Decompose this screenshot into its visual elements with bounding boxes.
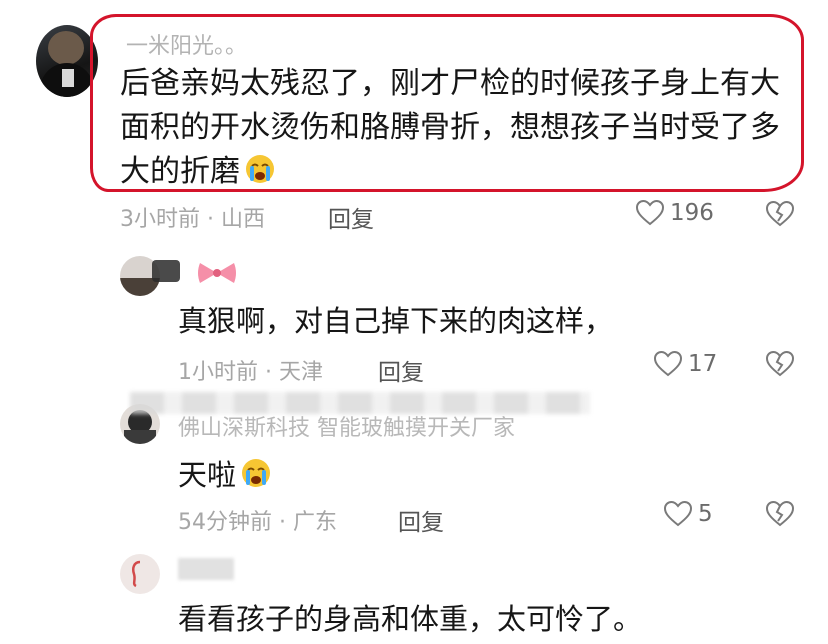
dislike-button[interactable] xyxy=(765,350,795,381)
reply-item: 佛山深斯科技 智能玻触摸开关厂家 天啦 54分钟前 · 广东 回复 5 xyxy=(0,388,828,538)
username[interactable]: 佛山深斯科技 智能玻触摸开关厂家 xyxy=(178,410,515,442)
heart-icon xyxy=(654,351,682,377)
comment-meta: 1小时前 · 天津 xyxy=(178,360,323,385)
crying-emoji-icon xyxy=(246,155,274,183)
broken-heart-icon xyxy=(765,200,795,227)
avatar[interactable] xyxy=(120,554,160,594)
reply-button[interactable]: 回复 xyxy=(398,503,444,537)
username-redacted xyxy=(178,558,234,580)
comment-text: 天啦 xyxy=(178,452,272,494)
like-count: 5 xyxy=(698,501,713,527)
like-button[interactable]: 5 xyxy=(664,501,713,527)
like-button[interactable]: 196 xyxy=(636,200,714,226)
comment-text: 后爸亲妈太残忍了，刚才尸检的时候孩子身上有大 面积的开水烫伤和胳膊骨折，想想孩子… xyxy=(120,62,780,194)
comment-line: 面积的开水烫伤和胳膊骨折，想想孩子当时受了多 xyxy=(120,110,780,145)
bow-icon xyxy=(196,260,238,290)
comment-item: 一米阳光。。 后爸亲妈太残忍了，刚才尸检的时候孩子身上有大 面积的开水烫伤和胳膊… xyxy=(0,0,828,235)
reply-item: 看看孩子的身高和体重，太可怜了。 xyxy=(0,540,828,644)
like-count: 17 xyxy=(688,351,718,377)
like-count: 196 xyxy=(670,200,714,226)
reply-item: 真狠啊，对自己掉下来的肉这样， 1小时前 · 天津 回复 17 xyxy=(0,236,828,386)
comment-meta: 54分钟前 · 广东 xyxy=(178,510,337,535)
comment-text: 真狠啊，对自己掉下来的肉这样， xyxy=(178,304,614,338)
comment-line: 大的折磨 xyxy=(120,150,780,194)
username-redacted xyxy=(152,260,180,282)
broken-heart-icon xyxy=(765,500,795,527)
like-button[interactable]: 17 xyxy=(654,351,717,377)
reply-button[interactable]: 回复 xyxy=(378,353,424,387)
heart-icon xyxy=(636,200,664,226)
broken-heart-icon xyxy=(765,350,795,377)
heart-icon xyxy=(664,501,692,527)
dislike-button[interactable] xyxy=(765,500,795,531)
dislike-button[interactable] xyxy=(765,200,795,231)
comment-text: 看看孩子的身高和体重，太可怜了。 xyxy=(178,602,643,636)
crying-emoji-icon xyxy=(242,459,271,487)
comment-meta: 3小时前 · 山西 xyxy=(120,207,265,232)
avatar[interactable] xyxy=(36,25,98,97)
reply-button[interactable]: 回复 xyxy=(328,200,374,234)
comment-line: 后爸亲妈太残忍了，刚才尸检的时候孩子身上有大 xyxy=(120,66,780,101)
